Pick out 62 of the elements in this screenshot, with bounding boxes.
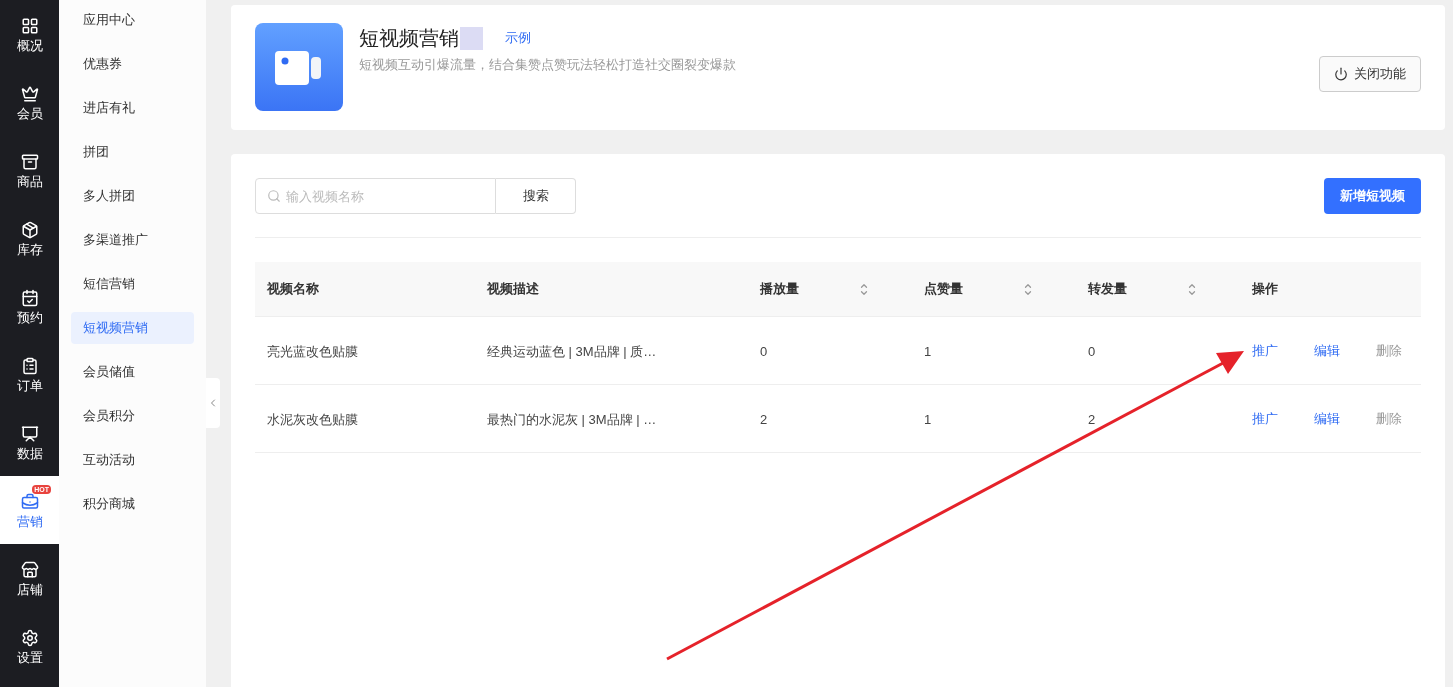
action-link[interactable]: 推广	[1252, 408, 1278, 429]
page-description: 短视频互动引爆流量，结合集赞点赞玩法轻松打造社交圈裂变爆款	[359, 56, 737, 74]
example-link[interactable]: 示例	[505, 28, 531, 48]
action-link[interactable]: 编辑	[1314, 408, 1340, 429]
clipboard-icon	[20, 356, 39, 375]
column-header: 视频名称	[267, 280, 319, 299]
sub-menu-item[interactable]: 会员储值	[71, 356, 194, 388]
column-header: 操作	[1252, 280, 1278, 299]
sub-menu-item[interactable]: 会员积分	[71, 400, 194, 432]
collapse-handle[interactable]	[206, 378, 220, 428]
table-cell: 最热门的水泥灰 | 3M品牌 | …	[487, 411, 657, 427]
table-cell: 0	[760, 343, 768, 359]
table-cell: 亮光蓝改色贴膜	[267, 343, 358, 359]
sortable-column-header[interactable]: 转发量	[1088, 279, 1197, 299]
sortable-column-header[interactable]: 点赞量	[924, 279, 1033, 299]
nav-rail-item[interactable]: 预约	[0, 272, 59, 340]
settings-icon	[20, 628, 39, 647]
sub-menu-item[interactable]: 优惠券	[71, 48, 194, 80]
package-icon	[20, 220, 39, 239]
sub-menu-item[interactable]: 拼团	[71, 136, 194, 168]
nav-rail-item[interactable]: 订单	[0, 340, 59, 408]
table-cell: 2	[1088, 411, 1096, 427]
search-button[interactable]: 搜索	[496, 178, 576, 214]
table-cell: 1	[924, 343, 932, 359]
table-cell: 1	[924, 411, 932, 427]
nav-rail-item[interactable]: 设置	[0, 612, 59, 680]
table-cell: 0	[1088, 343, 1096, 359]
table-cell: 水泥灰改色贴膜	[267, 411, 358, 427]
table-cell: 经典运动蓝色 | 3M品牌 | 质…	[487, 343, 657, 359]
chart-board-icon	[20, 424, 39, 443]
nav-rail-item[interactable]: 会员	[0, 68, 59, 136]
box-icon	[20, 152, 39, 171]
video-app-icon	[255, 23, 343, 111]
search-field[interactable]: 输入视频名称	[255, 178, 496, 214]
nav-rail-item[interactable]: 商品	[0, 136, 59, 204]
nav-rail-item[interactable]: 概况	[0, 0, 59, 68]
grid-icon	[20, 16, 39, 35]
nav-rail-item[interactable]: 店铺	[0, 544, 59, 612]
sub-menu-item[interactable]: 多渠道推广	[71, 224, 194, 256]
add-video-button[interactable]: 新增短视频	[1324, 178, 1421, 214]
sub-menu-item[interactable]: 积分商城	[71, 488, 194, 520]
sub-menu-item[interactable]: 进店有礼	[71, 92, 194, 124]
title-badge-icon	[460, 26, 483, 50]
sub-menu-item[interactable]: 短信营销	[71, 268, 194, 300]
nav-rail-item[interactable]: 数据	[0, 408, 59, 476]
sortable-column-header[interactable]: 播放量	[760, 279, 869, 299]
power-icon	[1334, 67, 1348, 81]
nav-rail-item[interactable]: 库存	[0, 204, 59, 272]
sub-menu-item[interactable]: 互动活动	[71, 444, 194, 476]
column-header: 视频描述	[487, 280, 539, 299]
close-feature-button[interactable]: 关闭功能	[1319, 56, 1421, 92]
search-icon	[267, 189, 281, 203]
crown-icon	[20, 84, 39, 103]
store-icon	[20, 560, 39, 579]
action-link[interactable]: 编辑	[1314, 340, 1340, 361]
sub-menu-item[interactable]: 短视频营销	[71, 312, 194, 344]
table-cell: 2	[760, 411, 768, 427]
calendar-check-icon	[20, 288, 39, 307]
sub-menu-item[interactable]: 应用中心	[71, 4, 194, 36]
sub-menu-item[interactable]: 多人拼团	[71, 180, 194, 212]
page-title: 短视频营销	[359, 26, 459, 51]
action-link[interactable]: 推广	[1252, 340, 1278, 361]
